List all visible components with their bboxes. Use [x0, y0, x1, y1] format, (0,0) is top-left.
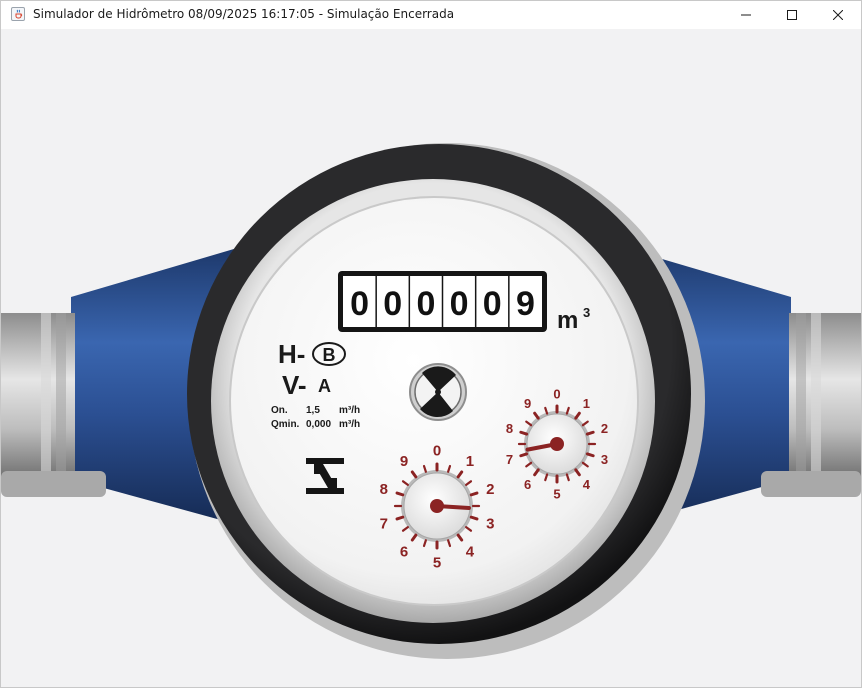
- minimize-button[interactable]: [723, 1, 769, 29]
- dial-tick: [519, 430, 529, 436]
- dial-number: 6: [400, 544, 408, 561]
- maximize-button[interactable]: [769, 1, 815, 29]
- dial-number: 9: [400, 453, 408, 470]
- odometer-digit: 0: [483, 285, 502, 323]
- water-meter-illustration: 000009 m 3 H- B V- A On. 1,5 m³/h Qmin. …: [1, 143, 861, 659]
- dial-number: 1: [466, 453, 474, 470]
- odometer-digit: 0: [450, 285, 469, 323]
- qn-label: On.: [271, 405, 288, 416]
- dial-number: 4: [466, 544, 475, 561]
- qn-value: 1,5: [306, 405, 320, 416]
- dial-number: 0: [433, 442, 441, 459]
- dial-number: 7: [506, 452, 513, 467]
- java-cup-icon: [11, 7, 25, 21]
- unit-superscript: 3: [583, 305, 590, 320]
- dial-number: 7: [380, 516, 388, 533]
- odometer-digit: 0: [350, 285, 369, 323]
- dial-tick: [519, 452, 529, 458]
- qmin-value: 0,000: [306, 419, 331, 430]
- dial-number: 8: [506, 421, 513, 436]
- window-title: Simulador de Hidrômetro 08/09/2025 16:17…: [33, 7, 455, 21]
- class-v-prefix: V-: [282, 370, 307, 400]
- unit-label: m: [557, 307, 578, 334]
- dial-number: 6: [524, 477, 531, 492]
- maximize-icon: [787, 10, 797, 20]
- dial-hub: [430, 499, 444, 513]
- flow-star-wheel-icon: [409, 363, 467, 421]
- odometer-digit: 0: [383, 285, 402, 323]
- dial-number: 3: [601, 452, 608, 467]
- dial-hub: [550, 437, 564, 451]
- odometer-digit: 9: [516, 285, 535, 323]
- app-window: Simulador de Hidrômetro 08/09/2025 16:17…: [0, 0, 862, 688]
- dial-tick: [469, 491, 479, 497]
- class-v-value: A: [318, 376, 331, 396]
- dial-tick: [395, 515, 405, 521]
- qmin-label: Qmin.: [271, 419, 300, 430]
- dial-tick: [395, 491, 405, 497]
- dial-tick: [585, 452, 595, 458]
- dial-number: 4: [583, 477, 591, 492]
- qn-unit: m³/h: [339, 405, 360, 416]
- dial-number: 1: [583, 396, 590, 411]
- title-bar[interactable]: Simulador de Hidrômetro 08/09/2025 16:17…: [1, 1, 861, 29]
- dial-tick: [469, 515, 479, 521]
- dial-number: 2: [486, 481, 494, 498]
- qmin-unit: m³/h: [339, 419, 360, 430]
- meter-canvas: 000009 m 3 H- B V- A On. 1,5 m³/h Qmin. …: [1, 29, 861, 687]
- dial-number: 0: [553, 387, 560, 402]
- close-icon: [833, 10, 843, 20]
- odometer: 000009: [338, 271, 547, 332]
- odometer-digit: 0: [416, 285, 435, 323]
- dial-number: 2: [601, 421, 608, 436]
- class-h-prefix: H-: [278, 339, 305, 369]
- dial-number: 3: [486, 516, 494, 533]
- dial-number: 9: [524, 396, 531, 411]
- close-button[interactable]: [815, 1, 861, 29]
- class-h-value: B: [323, 345, 336, 365]
- dial-number: 5: [433, 554, 441, 571]
- dial-number: 5: [553, 487, 560, 502]
- dial-number: 8: [380, 481, 388, 498]
- dial-tick: [585, 430, 595, 436]
- minimize-icon: [741, 14, 751, 16]
